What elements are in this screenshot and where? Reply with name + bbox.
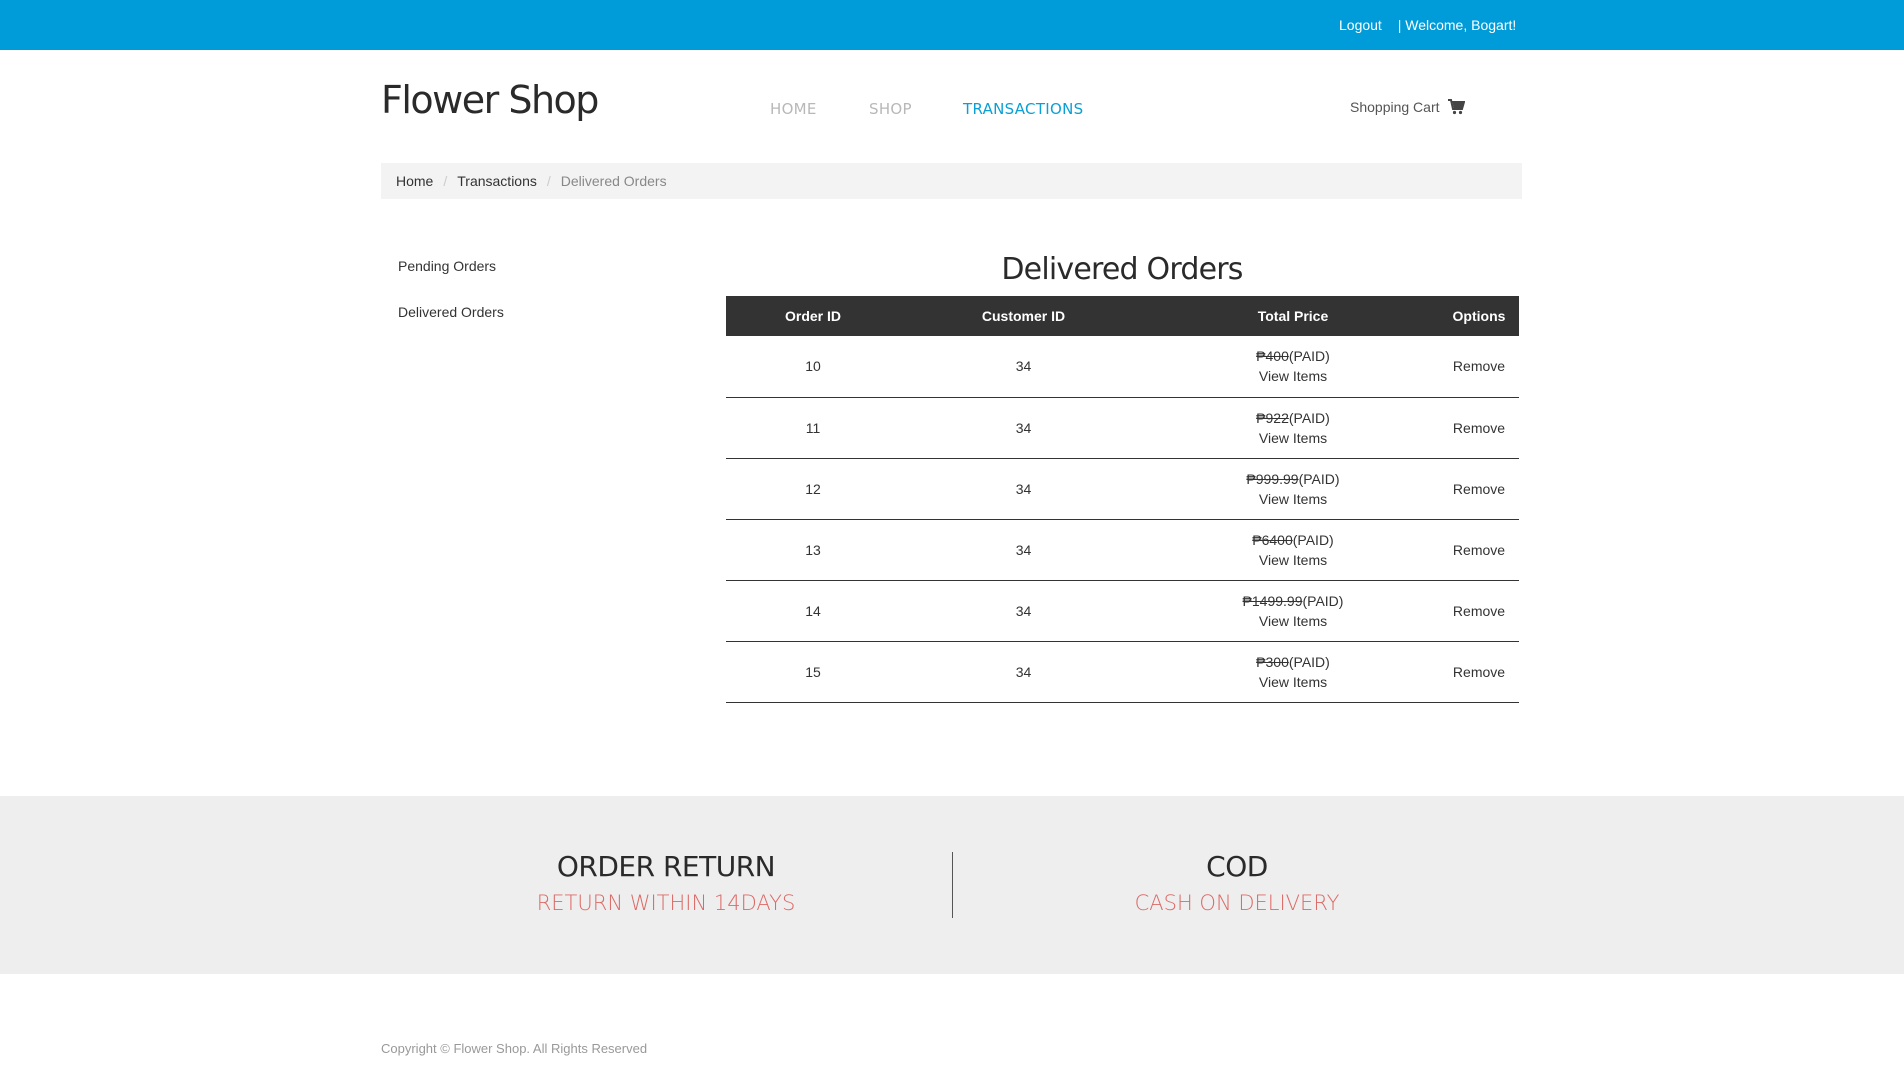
feature-divider	[952, 852, 953, 918]
payment-status: (PAID)	[1292, 531, 1334, 548]
column-header-order-id: Order ID	[726, 296, 900, 336]
price-value: ₱400	[1256, 348, 1289, 365]
remove-button[interactable]: Remove	[1453, 420, 1505, 436]
nav-shop[interactable]: SHOP	[869, 100, 912, 118]
customer-id-cell: 34	[900, 580, 1147, 642]
feature-title: COD	[1206, 850, 1268, 883]
payment-status: (PAID)	[1298, 470, 1340, 487]
payment-status: (PAID)	[1288, 348, 1330, 365]
order-id-cell: 14	[726, 580, 900, 642]
orders-table: Order ID Customer ID Total Price Options…	[726, 296, 1519, 703]
order-id-cell: 11	[726, 397, 900, 459]
order-id-cell: 15	[726, 641, 900, 703]
total-price-cell: ₱400(PAID) View Items	[1147, 336, 1439, 398]
breadcrumb-home[interactable]: Home	[396, 173, 433, 189]
top-bar: Logout | Welcome, Bogart!	[0, 0, 1904, 50]
breadcrumb: Home / Transactions / Delivered Orders	[381, 163, 1522, 199]
options-cell: Remove	[1439, 336, 1519, 398]
total-price-cell: ₱1499.99(PAID) View Items	[1147, 580, 1439, 642]
total-price-cell: ₱999.99(PAID) View Items	[1147, 458, 1439, 520]
options-cell: Remove	[1439, 519, 1519, 581]
column-header-total-price: Total Price	[1147, 296, 1439, 336]
order-id-cell: 13	[726, 519, 900, 581]
price-value: ₱999.99	[1246, 470, 1299, 487]
price-value: ₱6400	[1252, 531, 1293, 548]
customer-id-cell: 34	[900, 519, 1147, 581]
customer-id-cell: 34	[900, 336, 1147, 398]
view-items-link[interactable]: View Items	[1259, 613, 1327, 629]
view-items-link[interactable]: View Items	[1259, 674, 1327, 690]
breadcrumb-transactions[interactable]: Transactions	[457, 173, 537, 189]
feature-title: ORDER RETURN	[556, 850, 776, 883]
total-price-cell: ₱300(PAID) View Items	[1147, 641, 1439, 703]
table-row: 13 34 ₱6400(PAID) View Items Remove	[726, 519, 1519, 581]
table-row: 11 34 ₱922(PAID) View Items Remove	[726, 397, 1519, 459]
features-band: ORDER RETURN RETURN WITHIN 14DAYS COD CA…	[0, 796, 1904, 974]
view-items-link[interactable]: View Items	[1259, 430, 1327, 446]
nav-transactions[interactable]: TRANSACTIONS	[963, 100, 1083, 118]
order-id-cell: 12	[726, 458, 900, 520]
sidebar-item-pending-orders[interactable]: Pending Orders	[398, 258, 504, 276]
price-value: ₱300	[1256, 653, 1289, 670]
feature-order-return: ORDER RETURN RETURN WITHIN 14DAYS	[466, 850, 866, 915]
sidebar-item-delivered-orders[interactable]: Delivered Orders	[398, 304, 504, 322]
remove-button[interactable]: Remove	[1453, 481, 1505, 497]
options-cell: Remove	[1439, 397, 1519, 459]
price-value: ₱1499.99	[1242, 592, 1303, 609]
welcome-text: | Welcome, Bogart!	[1397, 17, 1517, 33]
options-cell: Remove	[1439, 458, 1519, 520]
nav-home[interactable]: HOME	[770, 100, 817, 118]
remove-button[interactable]: Remove	[1453, 603, 1505, 619]
cart-label: Shopping Cart	[1350, 99, 1440, 115]
page-title: Delivered Orders	[1001, 252, 1243, 287]
feature-subtitle: RETURN WITHIN 14DAYS	[536, 891, 796, 915]
options-cell: Remove	[1439, 580, 1519, 642]
table-row: 10 34 ₱400(PAID) View Items Remove	[726, 336, 1519, 398]
price-value: ₱922	[1256, 409, 1289, 426]
remove-button[interactable]: Remove	[1453, 664, 1505, 680]
column-header-options: Options	[1439, 296, 1519, 336]
shopping-cart-link[interactable]: Shopping Cart	[1350, 99, 1465, 115]
table-row: 12 34 ₱999.99(PAID) View Items Remove	[726, 458, 1519, 520]
order-id-cell: 10	[726, 336, 900, 398]
transactions-sidebar: Pending Orders Delivered Orders	[398, 258, 504, 350]
site-logo[interactable]: Flower Shop	[381, 78, 599, 122]
view-items-link[interactable]: View Items	[1259, 368, 1327, 384]
options-cell: Remove	[1439, 641, 1519, 703]
breadcrumb-current: Delivered Orders	[560, 173, 667, 189]
logout-link[interactable]: Logout	[1339, 17, 1382, 33]
breadcrumb-separator: /	[546, 173, 551, 189]
feature-cod: COD CASH ON DELIVERY	[1037, 850, 1437, 915]
payment-status: (PAID)	[1288, 409, 1330, 426]
view-items-link[interactable]: View Items	[1259, 491, 1327, 507]
customer-id-cell: 34	[900, 397, 1147, 459]
customer-id-cell: 34	[900, 641, 1147, 703]
remove-button[interactable]: Remove	[1453, 358, 1505, 374]
total-price-cell: ₱6400(PAID) View Items	[1147, 519, 1439, 581]
table-row: 15 34 ₱300(PAID) View Items Remove	[726, 641, 1519, 703]
copyright-text: Copyright © Flower Shop. All Rights Rese…	[381, 1041, 648, 1056]
customer-id-cell: 34	[900, 458, 1147, 520]
view-items-link[interactable]: View Items	[1259, 552, 1327, 568]
table-row: 14 34 ₱1499.99(PAID) View Items Remove	[726, 580, 1519, 642]
breadcrumb-separator: /	[443, 173, 448, 189]
payment-status: (PAID)	[1288, 653, 1330, 670]
user-links: Logout | Welcome, Bogart!	[1339, 17, 1516, 33]
column-header-customer-id: Customer ID	[900, 296, 1147, 336]
remove-button[interactable]: Remove	[1453, 542, 1505, 558]
payment-status: (PAID)	[1302, 592, 1344, 609]
shopping-cart-icon	[1447, 99, 1465, 115]
total-price-cell: ₱922(PAID) View Items	[1147, 397, 1439, 459]
table-header-row: Order ID Customer ID Total Price Options	[726, 296, 1519, 336]
feature-subtitle: CASH ON DELIVERY	[1134, 891, 1340, 915]
